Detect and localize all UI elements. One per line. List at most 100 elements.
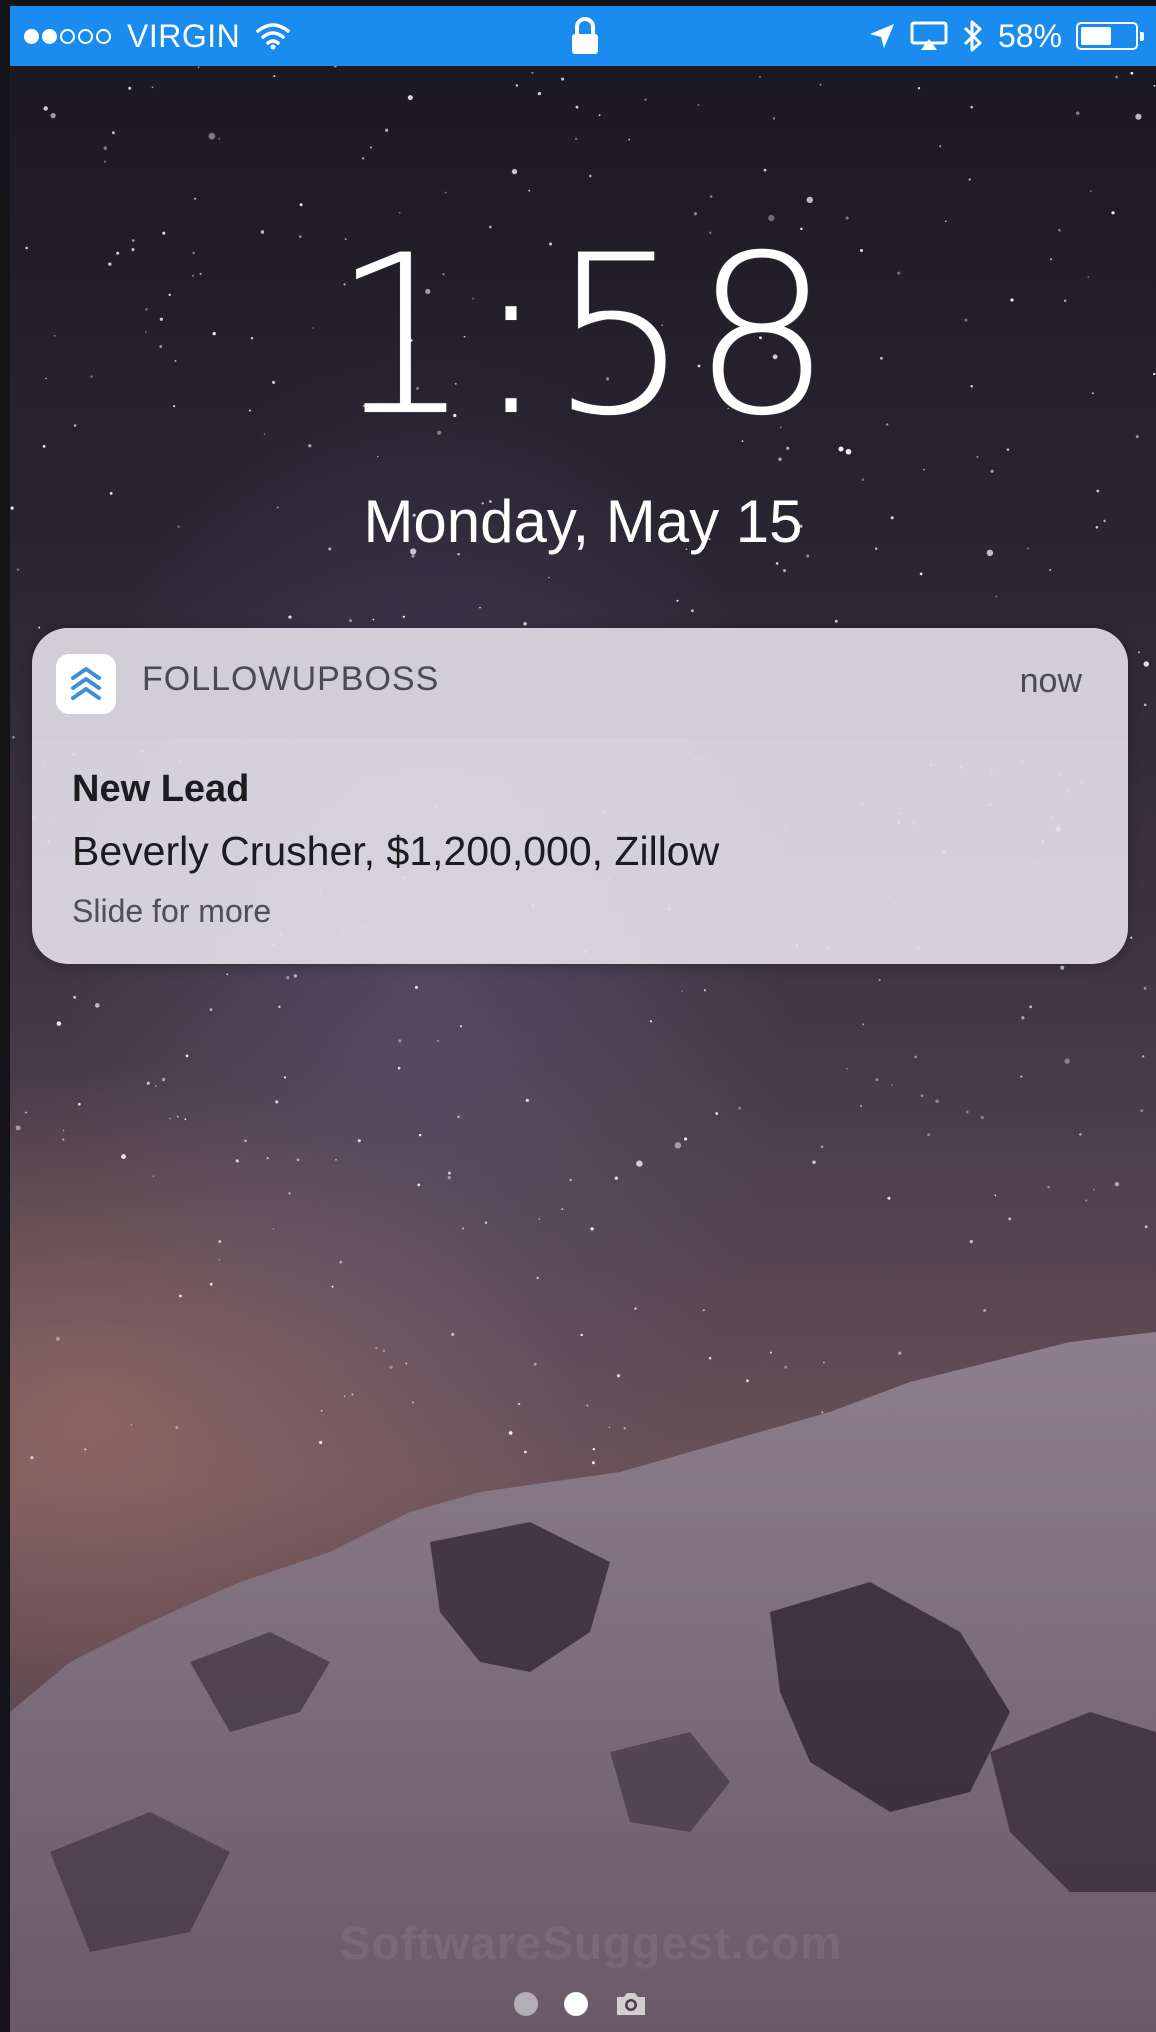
star [935, 1099, 939, 1103]
star [772, 117, 776, 120]
star [209, 1008, 213, 1012]
star [12, 735, 15, 739]
star [288, 615, 292, 619]
star [335, 1158, 337, 1161]
star [218, 1258, 221, 1261]
star [875, 1078, 879, 1082]
star [763, 168, 767, 172]
notification-body: Beverly Crusher, $1,200,000, Zillow [72, 828, 720, 874]
star [628, 138, 631, 141]
star [447, 1175, 451, 1180]
star [218, 137, 221, 140]
star [286, 976, 290, 980]
star [1140, 1109, 1144, 1113]
notification-title: New Lead [72, 768, 250, 810]
star [636, 1160, 643, 1167]
star [361, 157, 365, 160]
page-dot[interactable] [514, 1992, 538, 2016]
star [994, 1194, 997, 1197]
star [418, 1133, 422, 1137]
star [1153, 84, 1156, 87]
star [1114, 1182, 1120, 1187]
star [56, 1021, 62, 1026]
lock-screen-time: 1:58 [331, 208, 835, 464]
status-right: 58% [868, 6, 1144, 66]
star [1142, 1055, 1145, 1058]
star [590, 1227, 594, 1231]
star [1076, 111, 1080, 115]
star [649, 1020, 653, 1023]
carrier-name: VIRGIN [127, 17, 241, 54]
star [447, 1171, 451, 1175]
star [697, 104, 700, 106]
star [1111, 211, 1115, 215]
star [288, 1192, 291, 1195]
star [194, 197, 197, 200]
star [531, 71, 534, 74]
star [415, 985, 418, 989]
star [1143, 703, 1147, 707]
star [759, 75, 761, 78]
device-frame: VIRGIN 58% 1:58 Monday, May 15 FOLLOWUPB… [0, 0, 1156, 2032]
star [331, 1285, 334, 1288]
star [1138, 651, 1140, 654]
star [690, 609, 694, 613]
chevrons-up-icon [71, 667, 101, 700]
battery-level [1081, 27, 1111, 45]
star [515, 84, 519, 87]
star [25, 1111, 27, 1114]
star [398, 1039, 402, 1043]
star [357, 1139, 361, 1143]
lock-screen: VIRGIN 58% 1:58 Monday, May 15 FOLLOWUPB… [10, 6, 1156, 2032]
star [812, 1160, 816, 1164]
star [372, 618, 375, 621]
star [161, 1077, 166, 1082]
airplay-icon [910, 21, 948, 51]
star [50, 112, 56, 119]
star [278, 1005, 281, 1009]
star [15, 1125, 21, 1131]
battery-icon [1076, 22, 1144, 50]
star [1060, 965, 1065, 970]
camera-icon[interactable] [614, 1990, 648, 2018]
star [457, 1115, 460, 1119]
star [384, 128, 389, 132]
star [339, 1260, 343, 1264]
star [1020, 1075, 1023, 1078]
star [275, 1100, 279, 1104]
star [459, 1025, 463, 1028]
star [1093, 1188, 1095, 1191]
star [969, 1240, 973, 1244]
status-left: VIRGIN [24, 6, 290, 66]
star [676, 599, 679, 602]
star [1115, 75, 1118, 79]
star [1144, 1225, 1148, 1229]
battery-percent: 58% [997, 17, 1062, 54]
star [62, 1129, 65, 1132]
star [73, 995, 77, 999]
star [980, 1115, 984, 1120]
star [208, 132, 216, 140]
star [185, 1054, 189, 1058]
star [995, 595, 998, 598]
page-dot-active[interactable] [564, 1992, 588, 2016]
notification-card[interactable]: FOLLOWUPBOSS now New Lead Beverly Crushe… [32, 628, 1128, 964]
page-indicator[interactable] [514, 1990, 648, 2018]
star [121, 1154, 126, 1160]
star [861, 478, 865, 482]
star [43, 106, 48, 111]
star [1143, 986, 1147, 990]
star [103, 160, 107, 163]
star [1008, 1217, 1012, 1221]
star [154, 1085, 157, 1087]
star [397, 1066, 401, 1070]
star [349, 619, 353, 623]
star [1089, 190, 1092, 192]
star [674, 1142, 682, 1149]
star [920, 1094, 924, 1098]
star [436, 1039, 440, 1042]
star [299, 203, 303, 207]
star [834, 619, 838, 623]
star [169, 1117, 171, 1120]
notification-header: FOLLOWUPBOSS now [32, 628, 1128, 738]
